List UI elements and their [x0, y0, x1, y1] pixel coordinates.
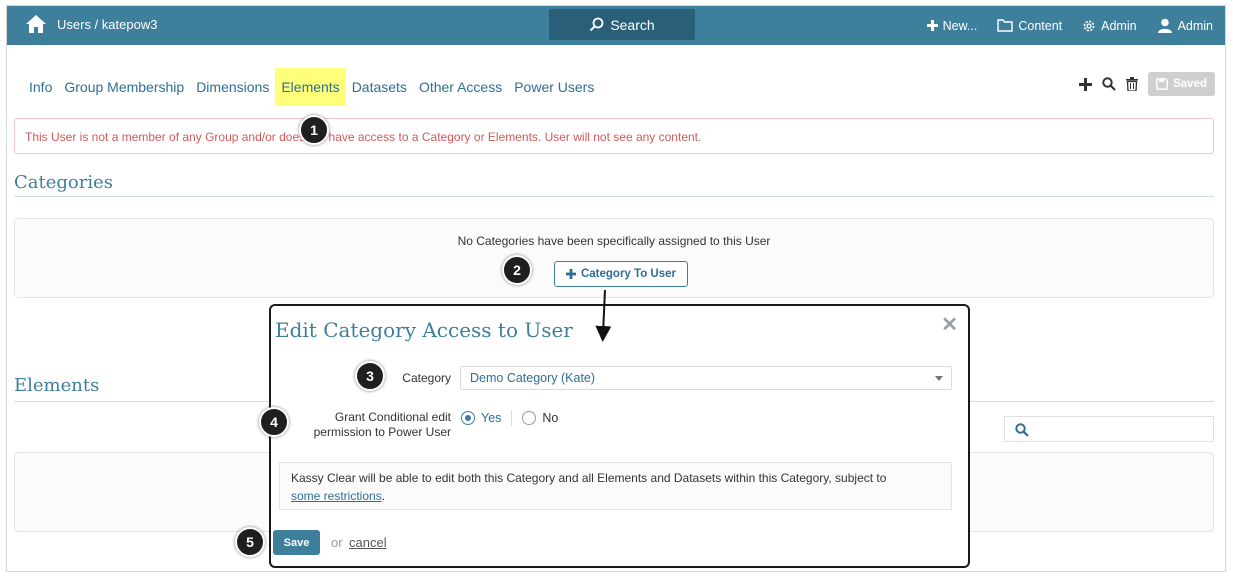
annotation-arrow: [595, 289, 612, 342]
callout-1: 1: [299, 115, 329, 145]
callout-2: 2: [502, 255, 532, 285]
callout-3: 3: [355, 361, 385, 391]
callout-5: 5: [235, 527, 265, 557]
callout-4: 4: [259, 407, 289, 437]
app-frame: Users / katepow3 Search New... Content A…: [6, 5, 1226, 572]
